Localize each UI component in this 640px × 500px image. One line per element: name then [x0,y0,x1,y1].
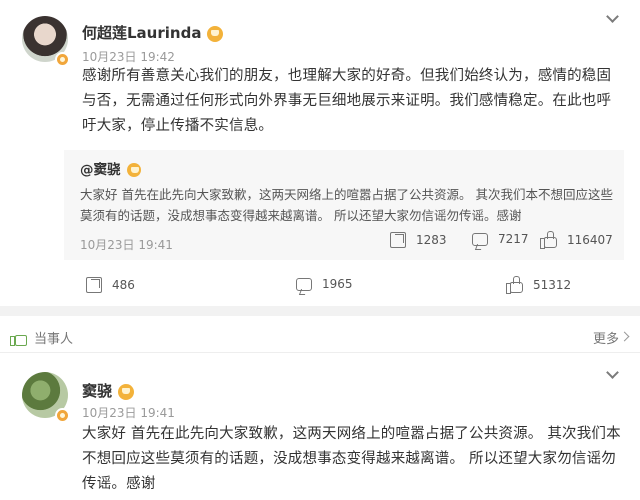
comment-icon [472,232,488,246]
verified-badge-icon [55,408,70,423]
chevron-right-icon[interactable] [619,331,630,342]
like-icon [540,231,557,249]
username-text[interactable]: 窦骁 [82,382,112,400]
quoted-body: 大家好 首先在此先向大家致歉，这两天网络上的喧嚣占据了公共资源。 其次我们本不想… [80,187,613,223]
repost-button[interactable]: 486 [86,277,135,293]
quoted-time[interactable]: 10月23日 19:41 [80,236,173,253]
vip-crown-icon [118,383,135,400]
comment-icon [296,277,312,291]
divider [0,352,640,353]
username[interactable]: 何超莲Laurinda [82,22,224,43]
section-header: 当事人 [10,328,73,347]
verified-badge-icon [55,52,70,67]
post-body: 大家好 首先在此先向大家致歉，这两天网络上的喧嚣占据了公共资源。 其次我们本不想… [82,426,621,492]
repost-icon [86,277,102,293]
like-icon [506,276,523,294]
quoted-repost-button[interactable]: 1283 [390,232,447,248]
post-time[interactable]: 10月23日 19:41 [82,404,175,421]
vip-crown-icon [207,25,224,42]
like-count: 51312 [533,278,572,292]
divider [0,306,640,316]
username[interactable]: 窦骁 [82,380,135,401]
repost-icon [390,232,406,248]
repost-count: 486 [112,278,135,292]
comment-count: 1965 [322,277,353,291]
vip-crown-icon [126,163,141,177]
section-label: 当事人 [34,332,74,347]
quoted-post[interactable]: @窦骁 大家好 首先在此先向大家致歉，这两天网络上的喧嚣占据了公共资源。 其次我… [64,150,624,260]
quoted-like-button[interactable]: 116407 [540,231,613,249]
like-button[interactable]: 51312 [506,276,572,294]
chevron-down-icon[interactable] [606,10,619,23]
thumb-icon [10,331,27,346]
comment-button[interactable]: 1965 [296,277,353,291]
chevron-down-icon[interactable] [606,366,619,379]
post-body: 感谢所有善意关心我们的朋友，也理解大家的好奇。但我们始终认为，感情的稳固与否，无… [82,68,612,134]
quoted-username[interactable]: @窦骁 [80,158,141,178]
more-link[interactable]: 更多 [593,328,619,347]
username-text[interactable]: 何超莲Laurinda [82,24,201,42]
quoted-username-text[interactable]: @窦骁 [80,162,121,178]
post-time[interactable]: 10月23日 19:42 [82,48,175,65]
quoted-like-count: 116407 [567,233,613,247]
quoted-repost-count: 1283 [416,233,447,247]
quoted-comment-count: 7217 [498,232,529,246]
quoted-comment-button[interactable]: 7217 [472,232,529,246]
